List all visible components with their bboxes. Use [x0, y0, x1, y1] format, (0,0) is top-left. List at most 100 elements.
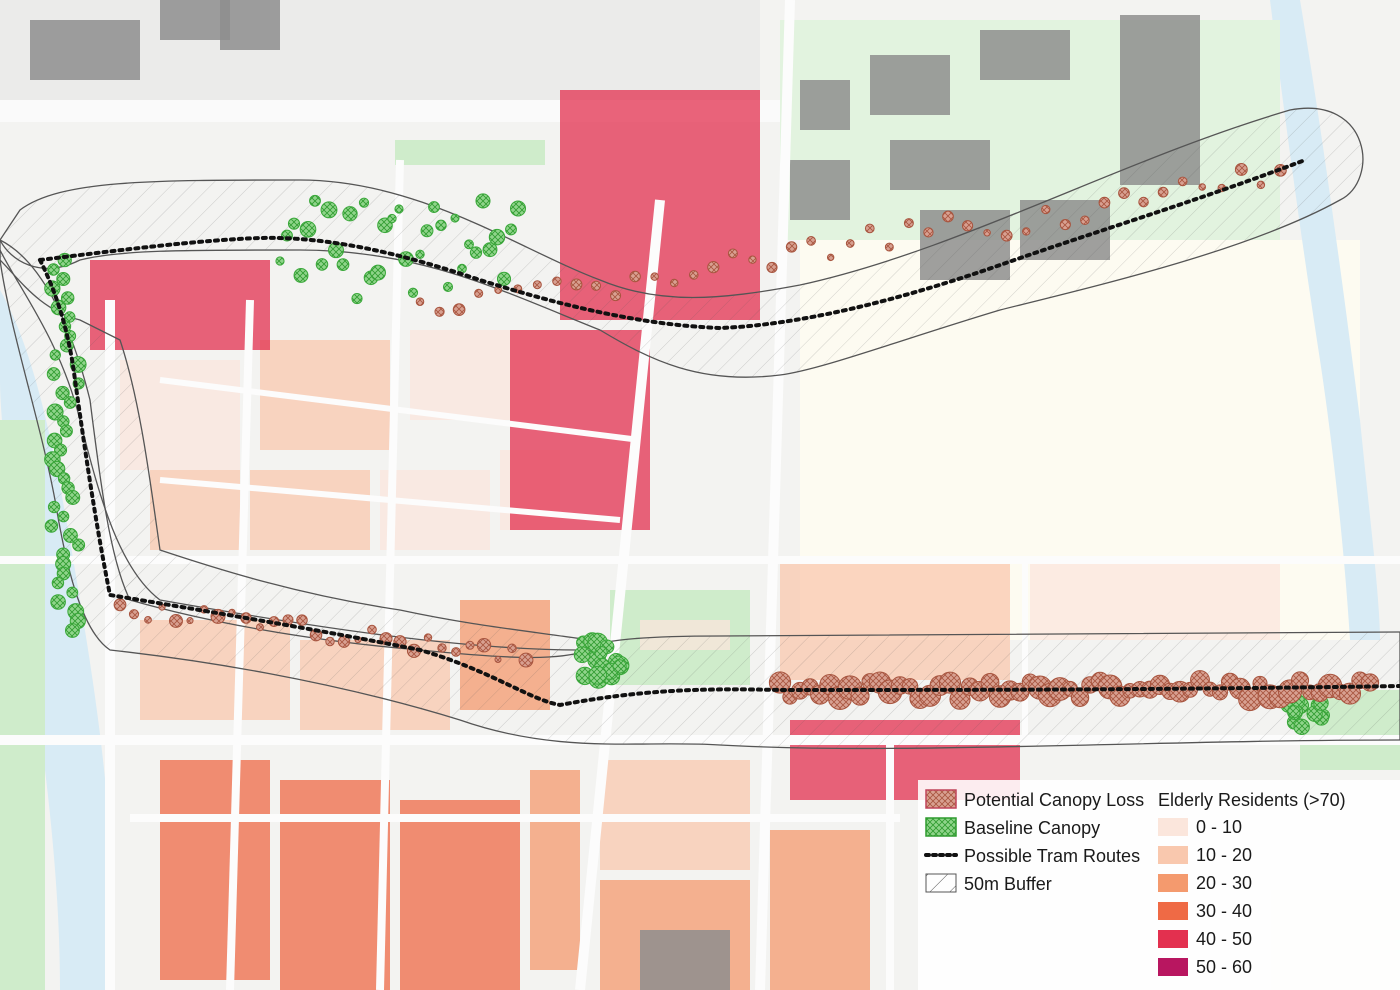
- canopy-loss-tree: [325, 636, 335, 647]
- canopy-loss-tree: [923, 227, 934, 238]
- canopy-tree: [469, 246, 483, 259]
- industrial-building: [870, 55, 950, 115]
- canopy-tree: [588, 665, 608, 685]
- canopy-loss-tree: [507, 643, 517, 654]
- canopy-tree: [370, 264, 386, 281]
- canopy-tree: [293, 267, 309, 283]
- residential-block: [250, 470, 370, 550]
- elderly-class-label: 20 - 30: [1196, 873, 1252, 893]
- residential-block: [530, 770, 580, 970]
- industrial-building: [30, 20, 140, 80]
- canopy-loss-tree: [864, 223, 875, 234]
- canopy-tree: [415, 249, 425, 260]
- canopy-loss-tree: [465, 640, 475, 650]
- canopy-loss-tree: [532, 280, 542, 290]
- canopy-tree: [59, 424, 73, 438]
- canopy-loss-tree: [367, 624, 377, 635]
- industrial-building: [790, 160, 850, 220]
- canopy-loss-tree: [1198, 183, 1206, 191]
- elderly-class-swatch: [1158, 930, 1188, 948]
- canopy-loss-tree: [707, 261, 720, 274]
- industrial-building: [640, 930, 730, 990]
- canopy-tree: [66, 586, 79, 599]
- canopy-loss-tree: [1360, 673, 1380, 692]
- industrial-building: [980, 30, 1070, 80]
- canopy-loss-tree: [806, 236, 816, 246]
- canopy-loss-tree: [688, 270, 699, 280]
- legend-canopy-loss-label: Potential Canopy Loss: [964, 790, 1144, 810]
- canopy-loss-tree: [423, 633, 433, 642]
- canopy-tree: [428, 201, 440, 213]
- canopy-loss-tree: [629, 270, 641, 283]
- canopy-tree: [1287, 705, 1301, 719]
- canopy-loss-swatch-icon: [925, 789, 957, 809]
- canopy-loss-tree: [128, 609, 140, 620]
- canopy-tree: [435, 219, 447, 232]
- canopy-tree: [57, 510, 70, 523]
- residential-block: [1030, 560, 1280, 640]
- canopy-loss-tree: [1138, 196, 1149, 208]
- canopy-tree: [358, 197, 370, 208]
- canopy-tree: [442, 281, 454, 293]
- canopy-loss-tree: [942, 210, 954, 223]
- canopy-tree: [387, 213, 397, 224]
- residential-block: [770, 830, 870, 990]
- park-1: [0, 420, 45, 990]
- canopy-tree: [315, 258, 329, 271]
- canopy-tree: [475, 193, 491, 209]
- canopy-loss-tree: [903, 218, 914, 229]
- canopy-tree: [420, 224, 434, 238]
- canopy-tree: [46, 367, 61, 381]
- canopy-tree: [509, 200, 527, 217]
- canopy-loss-tree: [669, 278, 679, 288]
- baseline-canopy-swatch-icon: [925, 817, 957, 837]
- canopy-tree: [320, 201, 338, 219]
- canopy-tree: [464, 239, 474, 250]
- legend-elderly-title: Elderly Residents (>70): [1158, 790, 1346, 810]
- canopy-loss-tree: [961, 220, 974, 232]
- canopy-loss-tree: [610, 290, 622, 302]
- canopy-tree: [47, 500, 61, 514]
- elderly-class-label: 50 - 60: [1196, 957, 1252, 977]
- canopy-tree: [450, 213, 460, 223]
- canopy-loss-tree: [451, 647, 461, 657]
- canopy-loss-tree: [590, 280, 602, 291]
- canopy-tree: [336, 258, 350, 272]
- canopy-loss-tree: [1177, 176, 1188, 187]
- canopy-loss-tree: [415, 297, 425, 306]
- canopy-loss-tree: [570, 278, 583, 291]
- industrial-building: [800, 80, 850, 130]
- residential-block: [160, 760, 270, 980]
- canopy-loss-tree: [452, 303, 466, 316]
- canopy-loss-tree: [113, 598, 127, 612]
- canopy-loss-tree: [1000, 229, 1013, 242]
- canopy-tree: [49, 349, 61, 361]
- residential-block: [280, 780, 390, 990]
- canopy-loss-tree: [766, 261, 778, 273]
- elderly-class-label: 30 - 40: [1196, 901, 1252, 921]
- park-5: [395, 140, 545, 165]
- canopy-loss-tree: [1118, 187, 1130, 199]
- canopy-tree: [63, 396, 77, 409]
- canopy-loss-tree: [256, 623, 264, 632]
- canopy-loss-tree: [748, 255, 757, 264]
- canopy-loss-tree: [518, 652, 534, 668]
- elderly-class-swatch: [1158, 902, 1188, 920]
- canopy-loss-tree: [474, 288, 484, 298]
- canopy-loss-tree: [169, 613, 183, 628]
- canopy-tree: [407, 287, 419, 298]
- canopy-loss-tree: [1080, 215, 1090, 225]
- canopy-loss-tree: [186, 617, 194, 625]
- elderly-class-swatch: [1158, 846, 1188, 864]
- canopy-tree: [612, 659, 627, 674]
- canopy-loss-tree: [1098, 196, 1111, 209]
- canopy-tree: [275, 256, 285, 266]
- residential-block: [400, 800, 520, 990]
- canopy-loss-tree: [296, 614, 308, 626]
- canopy-loss-tree: [476, 638, 492, 653]
- map-canvas[interactable]: Potential Canopy Loss Baseline Canopy Po…: [0, 0, 1400, 990]
- canopy-loss-tree: [826, 253, 835, 262]
- canopy-tree: [72, 538, 86, 552]
- canopy-loss-tree: [1041, 204, 1051, 215]
- canopy-tree: [488, 228, 506, 246]
